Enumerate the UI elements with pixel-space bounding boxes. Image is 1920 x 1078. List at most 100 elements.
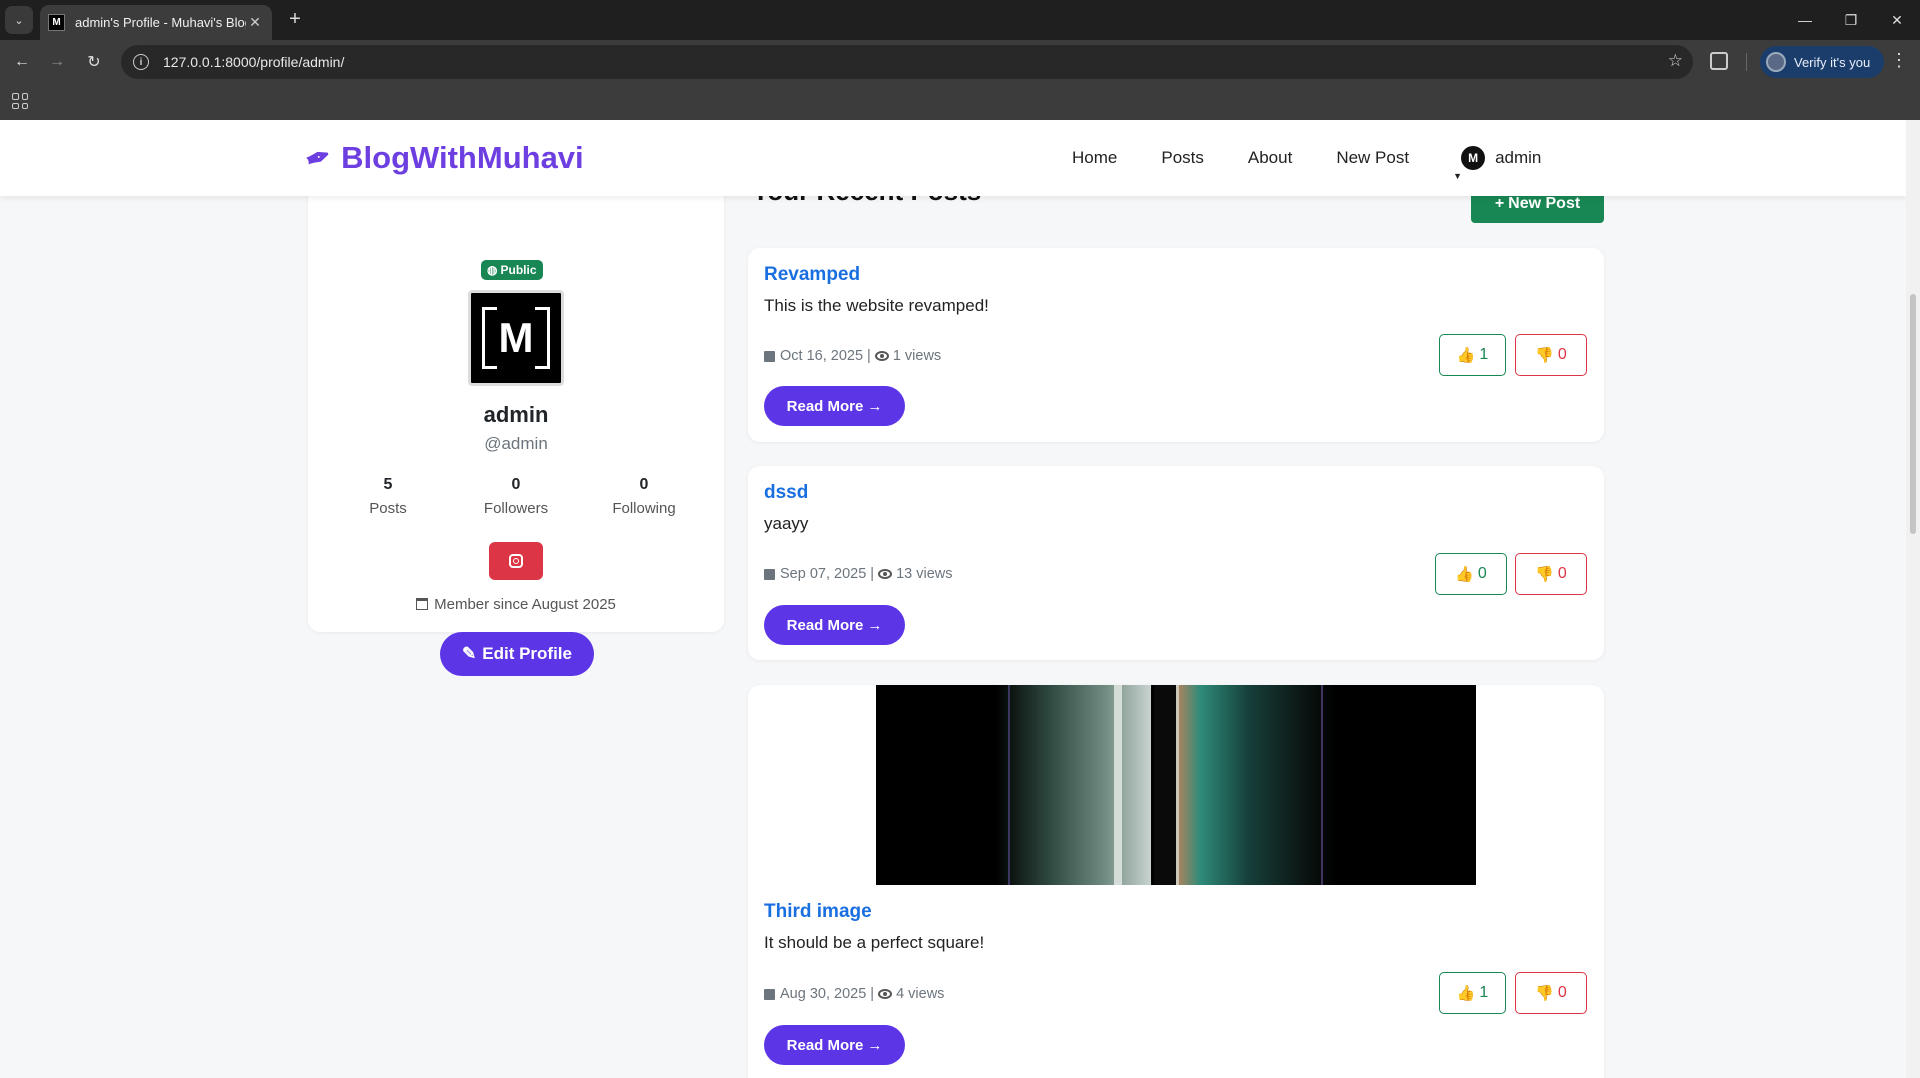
meta-separator: | [870, 986, 875, 1002]
like-button[interactable]: 👍 1 [1439, 972, 1506, 1014]
stat-label: Posts [369, 500, 407, 517]
plus-icon: + [1494, 195, 1505, 212]
url-text: 127.0.0.1:8000/profile/admin/ [163, 54, 345, 70]
stat-posts[interactable]: 5 Posts [328, 476, 448, 517]
read-more-button[interactable]: Read More → [764, 386, 905, 426]
browser-menu-icon[interactable]: ⋮ [1890, 50, 1908, 71]
browser-tab-active[interactable]: M admin's Profile - Muhavi's Blog ✕ [40, 5, 272, 40]
instagram-button[interactable] [489, 542, 543, 580]
page-scrollbar[interactable] [1906, 120, 1920, 1078]
extensions-icon[interactable] [1710, 52, 1728, 70]
thumbs-up-icon: 👍 [1456, 985, 1476, 1002]
thumbs-up-icon: 👍 [1456, 347, 1476, 364]
window-controls: — ❐ ✕ [1782, 0, 1920, 40]
avatar: M [1461, 146, 1486, 170]
site-info-icon[interactable]: i [133, 54, 149, 70]
avatar-logo-icon: M [482, 307, 550, 369]
nav-links: Home Posts About New Post M admin ▼ [1050, 120, 1541, 196]
pen-nib-icon: ✒ [301, 138, 337, 178]
address-bar[interactable]: i 127.0.0.1:8000/profile/admin/ ☆ [121, 45, 1693, 79]
calendar-icon [764, 988, 775, 1000]
site-navbar: ✒ BlogWithMuhavi Home Posts About New Po… [0, 120, 1906, 196]
stat-value: 0 [639, 476, 649, 493]
post-card: Third image It should be a perfect squar… [748, 685, 1604, 1078]
dislike-button[interactable]: 👎 0 [1515, 972, 1587, 1014]
thumbs-up-icon: 👍 [1455, 566, 1474, 583]
arrow-right-icon: → [867, 1036, 883, 1054]
post-meta: Sep 07, 2025 | 13 views [764, 566, 952, 582]
apps-grid-icon[interactable] [12, 93, 28, 109]
thumbs-down-icon: 👎 [1535, 985, 1554, 1002]
new-tab-button[interactable]: + [283, 8, 307, 31]
read-more-label: Read More [786, 616, 864, 634]
profile-handle: @admin [484, 434, 548, 453]
stat-value: 5 [383, 476, 393, 493]
post-date: Oct 16, 2025 [780, 348, 864, 364]
edit-icon: ✎ [462, 644, 477, 663]
profile-avatar: M [468, 290, 564, 386]
tab-close-icon[interactable]: ✕ [246, 14, 264, 31]
back-icon[interactable]: ← [10, 50, 34, 74]
thumbs-down-icon: 👎 [1535, 566, 1554, 583]
page-viewport: ◍ Public M admin @admin 5 Posts 0 Follow… [0, 120, 1906, 1078]
dislike-count: 0 [1557, 565, 1567, 582]
post-excerpt: It should be a perfect square! [764, 933, 985, 952]
user-menu-toggle[interactable]: M admin ▼ [1453, 146, 1541, 181]
stat-followers[interactable]: 0 Followers [456, 476, 576, 517]
like-button[interactable]: 👍 0 [1435, 553, 1507, 595]
browser-toolbar: ← → ↻ i 127.0.0.1:8000/profile/admin/ ☆ … [0, 40, 1920, 84]
post-views: 4 views [896, 986, 945, 1002]
dislike-count: 0 [1557, 984, 1567, 1001]
minimize-icon[interactable]: — [1782, 0, 1828, 40]
stat-value: 0 [511, 476, 521, 493]
edit-profile-button[interactable]: ✎ Edit Profile [440, 632, 594, 676]
reload-icon[interactable]: ↻ [82, 50, 106, 74]
post-views: 1 views [892, 348, 942, 364]
like-button[interactable]: 👍 1 [1439, 334, 1506, 376]
nav-link-new-post[interactable]: New Post [1336, 148, 1409, 168]
scrollbar-thumb[interactable] [1910, 294, 1916, 534]
toolbar-divider [1746, 53, 1747, 71]
tab-search-button[interactable]: ⌄ [5, 6, 33, 34]
post-title-link[interactable]: Third image [764, 901, 872, 923]
post-excerpt: yaayy [764, 514, 809, 533]
post-date: Aug 30, 2025 [780, 986, 867, 1002]
instagram-icon [509, 554, 523, 568]
close-window-icon[interactable]: ✕ [1874, 0, 1920, 40]
arrow-right-icon: → [867, 397, 883, 415]
visibility-badge: ◍ Public [481, 260, 543, 280]
member-since: Member since August 2025 [308, 596, 724, 613]
arrow-right-icon: → [867, 616, 883, 634]
read-more-button[interactable]: Read More → [764, 1025, 905, 1065]
bookmarks-bar [0, 84, 1920, 120]
avatar-letter: M [498, 314, 534, 361]
like-count: 1 [1479, 984, 1489, 1001]
post-image[interactable] [876, 685, 1476, 885]
read-more-label: Read More [786, 1036, 864, 1054]
restore-icon[interactable]: ❐ [1828, 0, 1874, 40]
dislike-button[interactable]: 👎 0 [1515, 334, 1587, 376]
read-more-button[interactable]: Read More → [764, 605, 905, 645]
stat-following[interactable]: 0 Following [584, 476, 704, 517]
meta-separator: | [870, 566, 875, 582]
bookmark-star-icon[interactable]: ☆ [1668, 51, 1683, 71]
brand-name: BlogWithMuhavi [341, 140, 584, 175]
post-title-link[interactable]: Revamped [764, 264, 860, 286]
calendar-icon [764, 568, 775, 580]
profile-card: ◍ Public M admin @admin 5 Posts 0 Follow… [308, 180, 724, 676]
verify-label: Verify it's you [1794, 54, 1871, 70]
tab-favicon-icon: M [48, 14, 65, 31]
forward-icon[interactable]: → [45, 50, 69, 74]
nav-link-home[interactable]: Home [1072, 148, 1117, 168]
nav-link-about[interactable]: About [1248, 148, 1292, 168]
post-title-link[interactable]: dssd [764, 482, 808, 504]
meta-separator: | [867, 348, 871, 364]
nav-link-posts[interactable]: Posts [1161, 148, 1204, 168]
post-date: Sep 07, 2025 [780, 566, 867, 582]
brand-logo[interactable]: ✒ BlogWithMuhavi [301, 138, 584, 178]
edit-profile-label: Edit Profile [482, 644, 572, 663]
profile-avatar-icon [1766, 52, 1786, 72]
member-since-text: Member since August 2025 [434, 596, 616, 613]
verify-profile-button[interactable]: Verify it's you [1760, 46, 1885, 78]
dislike-button[interactable]: 👎 0 [1515, 553, 1587, 595]
